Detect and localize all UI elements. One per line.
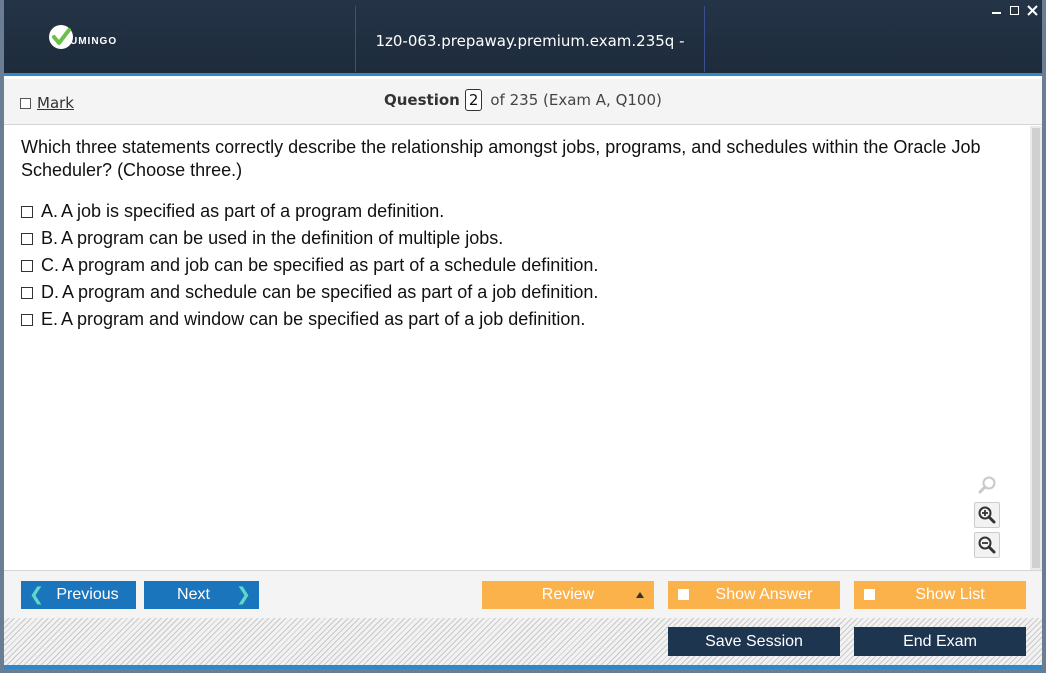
question-content: Which three statements correctly describ… bbox=[4, 126, 1030, 570]
option-text: A program and job can be specified as pa… bbox=[62, 255, 599, 275]
minimize-button[interactable] bbox=[990, 4, 1002, 16]
title-separator-right bbox=[704, 6, 705, 72]
option-letter: A. bbox=[41, 201, 59, 221]
magnifier-icon bbox=[978, 476, 996, 494]
option-d[interactable]: D. A program and schedule can be specifi… bbox=[21, 279, 598, 306]
option-text: A job is specified as part of a program … bbox=[61, 201, 445, 221]
mark-label: Mark bbox=[37, 94, 74, 112]
end-exam-label: End Exam bbox=[903, 632, 977, 650]
zoom-in-icon bbox=[978, 506, 996, 524]
next-label: Next bbox=[177, 586, 210, 603]
question-text: Which three statements correctly describ… bbox=[21, 137, 981, 180]
triangle-up-icon bbox=[636, 592, 644, 598]
option-text: A program and window can be specified as… bbox=[61, 309, 586, 329]
question-header: Mark Question 2 of 235 (Exam A, Q100) bbox=[4, 79, 1042, 125]
show-list-checkbox[interactable] bbox=[864, 589, 875, 600]
option-a[interactable]: A. A job is specified as part of a progr… bbox=[21, 198, 598, 225]
window-title: 1z0-063.prepaway.premium.exam.235q - Exa… bbox=[375, 32, 685, 132]
answer-options: A. A job is specified as part of a progr… bbox=[21, 198, 598, 333]
option-text: A program and schedule can be specified … bbox=[62, 282, 599, 302]
option-c[interactable]: C. A program and job can be specified as… bbox=[21, 252, 598, 279]
zoom-out-icon bbox=[978, 536, 996, 554]
option-a-checkbox[interactable] bbox=[21, 205, 33, 218]
show-answer-label: Show Answer bbox=[715, 586, 813, 603]
footer-bar: Save Session End Exam bbox=[4, 618, 1042, 665]
option-e[interactable]: E. A program and window can be specified… bbox=[21, 306, 598, 333]
option-letter: B. bbox=[41, 228, 59, 248]
question-word: Question bbox=[384, 91, 460, 109]
scrollbar-thumb[interactable] bbox=[1032, 128, 1040, 568]
content-scrollbar[interactable] bbox=[1030, 126, 1042, 570]
option-b-checkbox[interactable] bbox=[21, 232, 33, 245]
option-letter: E. bbox=[41, 309, 59, 329]
option-b[interactable]: B. A program can be used in the definiti… bbox=[21, 225, 598, 252]
close-button[interactable] bbox=[1026, 4, 1038, 16]
option-c-checkbox[interactable] bbox=[21, 259, 33, 272]
logo-text: UMINGO bbox=[70, 35, 118, 47]
question-counter: Question 2 of 235 (Exam A, Q100) bbox=[384, 89, 662, 111]
app-window: UMINGO 1z0-063.prepaway.premium.exam.235… bbox=[4, 0, 1042, 669]
close-icon bbox=[1026, 4, 1038, 16]
minimize-icon bbox=[991, 12, 1001, 14]
previous-label: Previous bbox=[56, 586, 119, 603]
option-text: A program can be used in the definition … bbox=[61, 228, 504, 248]
maximize-icon bbox=[1009, 5, 1019, 15]
question-total: of 235 (Exam A, Q100) bbox=[490, 91, 662, 109]
save-session-label: Save Session bbox=[705, 632, 803, 650]
show-list-label: Show List bbox=[915, 586, 985, 603]
question-number-input[interactable]: 2 bbox=[464, 89, 483, 111]
window-controls bbox=[990, 4, 1038, 16]
review-label: Review bbox=[541, 586, 595, 603]
navigation-bar: ❮ Previous Next ❯ Review Show Answer Sho… bbox=[4, 570, 1042, 618]
zoom-in-button[interactable] bbox=[974, 502, 1000, 528]
option-letter: C. bbox=[41, 255, 59, 275]
mark-checkbox-box[interactable] bbox=[20, 97, 31, 109]
title-bar: UMINGO 1z0-063.prepaway.premium.exam.235… bbox=[4, 0, 1042, 132]
vumingo-logo: UMINGO bbox=[48, 24, 117, 50]
show-answer-button[interactable]: Show Answer bbox=[668, 581, 840, 609]
zoom-controls bbox=[974, 472, 1000, 558]
end-exam-button[interactable]: End Exam bbox=[854, 627, 1026, 656]
show-list-button[interactable]: Show List bbox=[854, 581, 1026, 609]
next-button[interactable]: Next ❯ bbox=[144, 581, 259, 609]
option-letter: D. bbox=[41, 282, 59, 302]
option-e-checkbox[interactable] bbox=[21, 313, 33, 326]
review-button[interactable]: Review bbox=[482, 581, 654, 609]
chevron-right-icon: ❯ bbox=[235, 584, 251, 605]
chevron-left-icon: ❮ bbox=[29, 584, 45, 605]
show-answer-checkbox[interactable] bbox=[678, 589, 689, 600]
option-d-checkbox[interactable] bbox=[21, 286, 33, 299]
maximize-button[interactable] bbox=[1008, 4, 1020, 16]
previous-button[interactable]: ❮ Previous bbox=[21, 581, 136, 609]
zoom-reset-button[interactable] bbox=[974, 472, 1000, 498]
save-session-button[interactable]: Save Session bbox=[668, 627, 840, 656]
footer-accent-line bbox=[4, 665, 1042, 669]
mark-checkbox[interactable]: Mark bbox=[20, 94, 74, 112]
zoom-out-button[interactable] bbox=[974, 532, 1000, 558]
